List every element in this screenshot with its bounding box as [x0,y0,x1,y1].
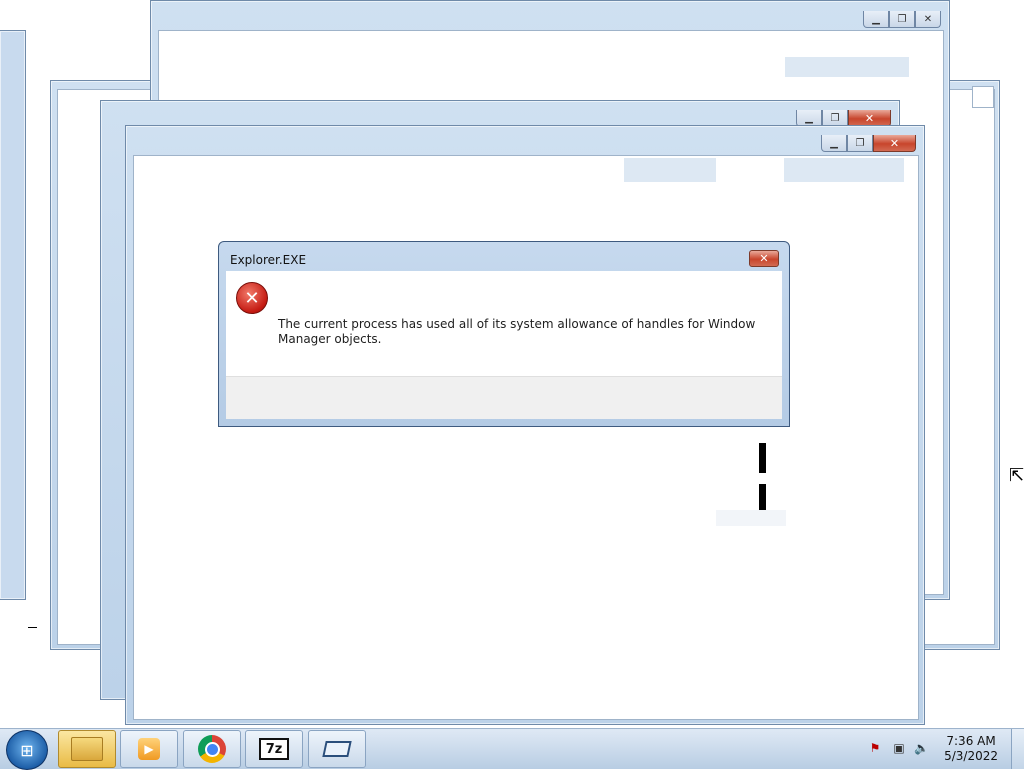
taskbar-7zip[interactable]: 7z [245,730,303,768]
error-dialog: Explorer.EXE ✕ ✕ The current process has… [218,241,790,427]
render-artifact-bar [759,484,766,510]
taskbar-media-player[interactable]: ▶ [120,730,178,768]
media-player-icon: ▶ [138,738,160,760]
restore-button[interactable]: ❐ [889,11,915,28]
minimize-button[interactable]: ▁ [863,11,889,28]
clock-time: 7:36 AM [946,734,996,748]
error-icon: ✕ [236,282,268,314]
dialog-body: ✕ The current process has used all of it… [226,271,782,376]
render-artifact-dash [28,627,37,628]
clock-date: 5/3/2022 [944,749,998,763]
windows-logo-icon: ⊞ [20,740,34,760]
restore-button[interactable]: ❐ [847,135,873,152]
dialog-close-button[interactable]: ✕ [749,250,779,267]
front-window-controls: ▁ ❐ ✕ [821,135,916,152]
chrome-icon [198,735,226,763]
top-window-controls: ▁ ❐ ✕ [863,11,941,28]
start-button[interactable]: ⊞ [6,730,48,770]
dialog-title: Explorer.EXE [230,253,307,267]
show-desktop-button[interactable] [1011,729,1024,769]
error-message: The current process has used all of its … [278,317,756,346]
folder-icon [71,737,103,761]
background-window-left-edge [0,30,26,600]
clock[interactable]: 7:36 AM 5/3/2022 [944,734,998,764]
7zip-icon: 7z [259,738,289,760]
minimize-button[interactable]: ▁ [821,135,847,152]
render-artifact-patch [716,510,786,526]
network-icon[interactable]: ▣ [892,741,906,755]
taskbar-virtual-machine[interactable] [308,730,366,768]
render-artifact-bar [759,443,766,473]
vm-icon [322,741,352,757]
volume-icon[interactable]: 🔈 [914,741,929,755]
close-button[interactable]: ✕ [873,135,916,152]
system-tray: ⚑ ▣ 🔈 7:36 AM 5/3/2022 [854,729,1024,769]
taskbar-google-chrome[interactable] [183,730,241,768]
action-center-flag-icon[interactable]: ⚑ [868,741,882,755]
taskbar: ⊞ ▶ 7z ⚑ ▣ 🔈 7:36 AM 5/3/2022 [0,728,1024,770]
taskbar-windows-explorer[interactable] [58,730,116,768]
dialog-footer [226,376,782,419]
mouse-cursor-icon: ⇱ [1009,465,1024,486]
close-button[interactable]: ✕ [915,11,941,28]
background-search-icon[interactable] [972,86,994,108]
